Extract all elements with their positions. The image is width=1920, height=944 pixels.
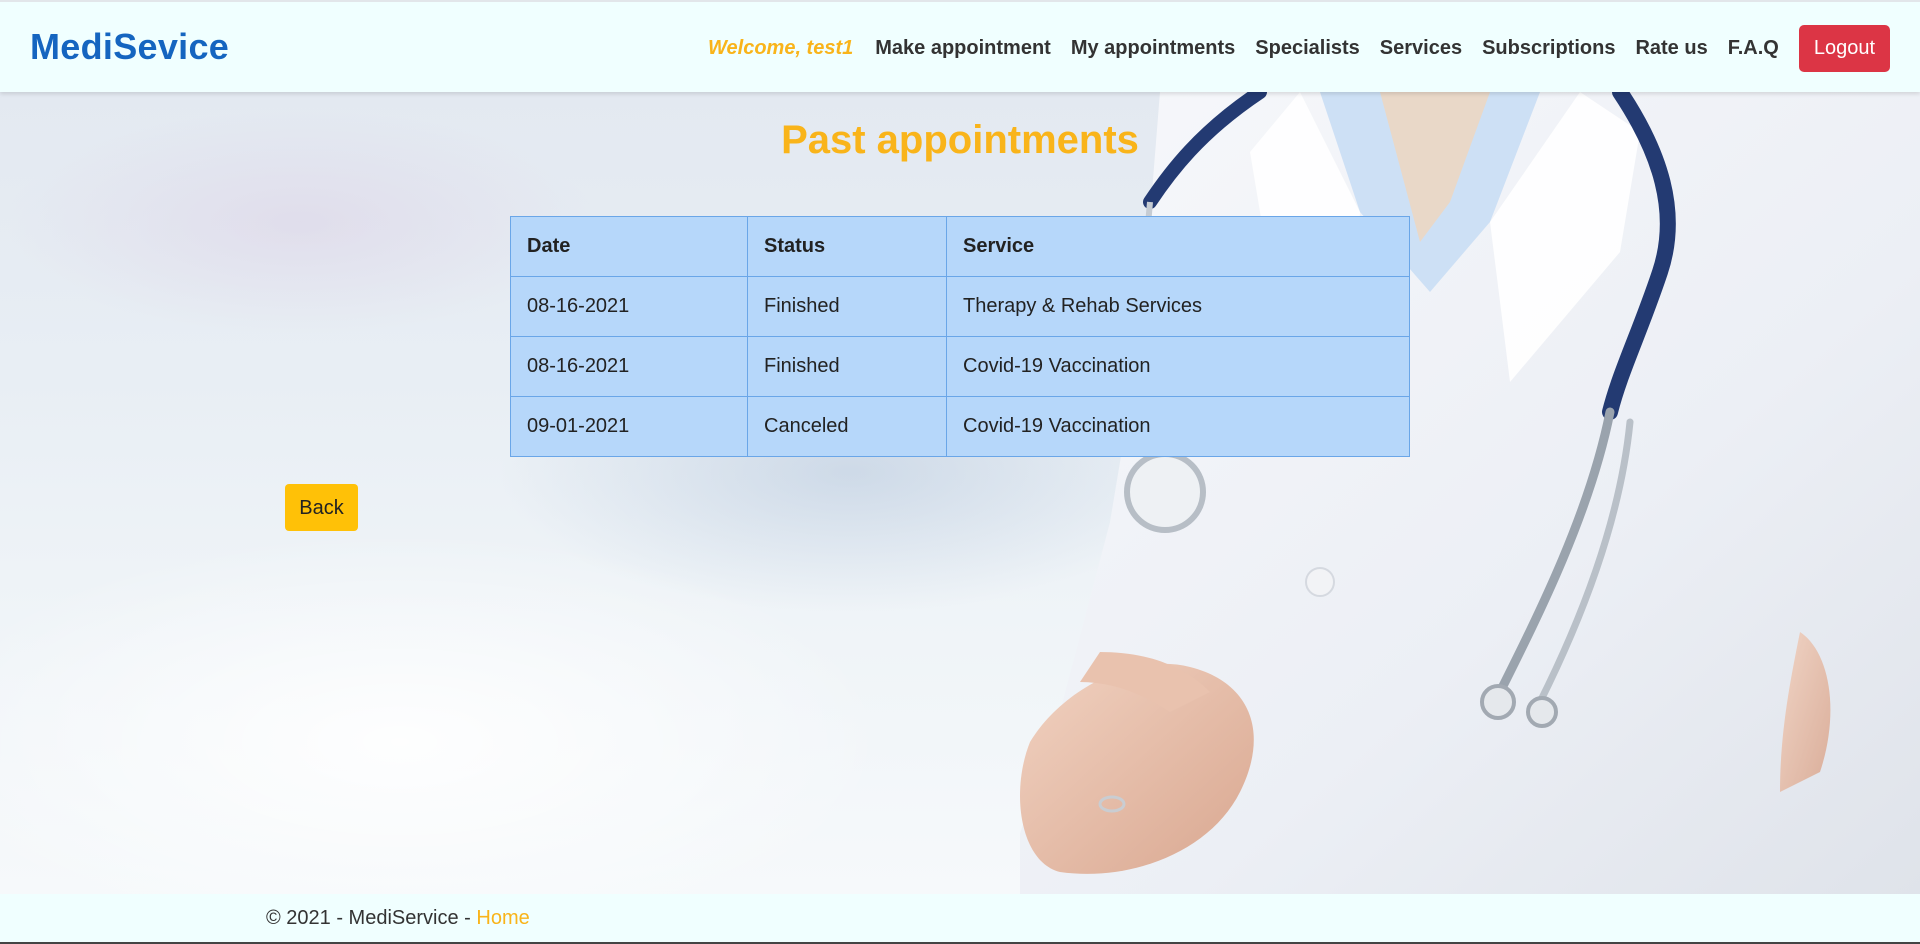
nav-faq[interactable]: F.A.Q: [1728, 37, 1779, 60]
table-row: 08-16-2021 Finished Therapy & Rehab Serv…: [510, 276, 1410, 337]
page-title: Past appointments: [781, 118, 1139, 162]
column-header-status: Status: [747, 216, 947, 277]
cell-date: 08-16-2021: [510, 336, 748, 397]
footer-text: © 2021 - MediService - Home: [266, 907, 530, 930]
column-header-date: Date: [510, 216, 748, 277]
nav-specialists[interactable]: Specialists: [1255, 37, 1360, 60]
footer-copyright: © 2021 - MediService -: [266, 907, 477, 929]
nav-my-appointments[interactable]: My appointments: [1071, 37, 1235, 60]
table-row: 08-16-2021 Finished Covid-19 Vaccination: [510, 336, 1410, 397]
table-header-row: Date Status Service: [510, 216, 1410, 277]
cell-status: Finished: [747, 336, 947, 397]
cell-service: Covid-19 Vaccination: [946, 396, 1410, 457]
nav-rate-us[interactable]: Rate us: [1635, 37, 1707, 60]
logout-button[interactable]: Logout: [1798, 24, 1890, 72]
nav-make-appointment[interactable]: Make appointment: [875, 37, 1051, 60]
brand-logo[interactable]: MediSevice: [30, 26, 229, 68]
doctor-background-image: [1020, 92, 1920, 894]
back-button[interactable]: Back: [285, 484, 358, 531]
cell-service: Covid-19 Vaccination: [946, 336, 1410, 397]
cell-status: Finished: [747, 276, 947, 337]
table-row: 09-01-2021 Canceled Covid-19 Vaccination: [510, 396, 1410, 457]
cell-status: Canceled: [747, 396, 947, 457]
appointments-table: Date Status Service 08-16-2021 Finished …: [510, 216, 1410, 457]
welcome-text: Welcome, test1: [708, 36, 854, 59]
navbar: MediSevice Welcome, test1 Make appointme…: [0, 0, 1920, 92]
cell-service: Therapy & Rehab Services: [946, 276, 1410, 337]
column-header-service: Service: [946, 216, 1410, 277]
footer-home-link[interactable]: Home: [476, 907, 529, 929]
cell-date: 08-16-2021: [510, 276, 748, 337]
nav-menu: Welcome, test1 Make appointment My appoi…: [708, 24, 1890, 72]
footer: © 2021 - MediService - Home: [0, 894, 1920, 944]
nav-subscriptions[interactable]: Subscriptions: [1482, 37, 1615, 60]
cell-date: 09-01-2021: [510, 396, 748, 457]
appointments-table-container: Date Status Service 08-16-2021 Finished …: [510, 216, 1410, 457]
nav-services[interactable]: Services: [1380, 37, 1462, 60]
